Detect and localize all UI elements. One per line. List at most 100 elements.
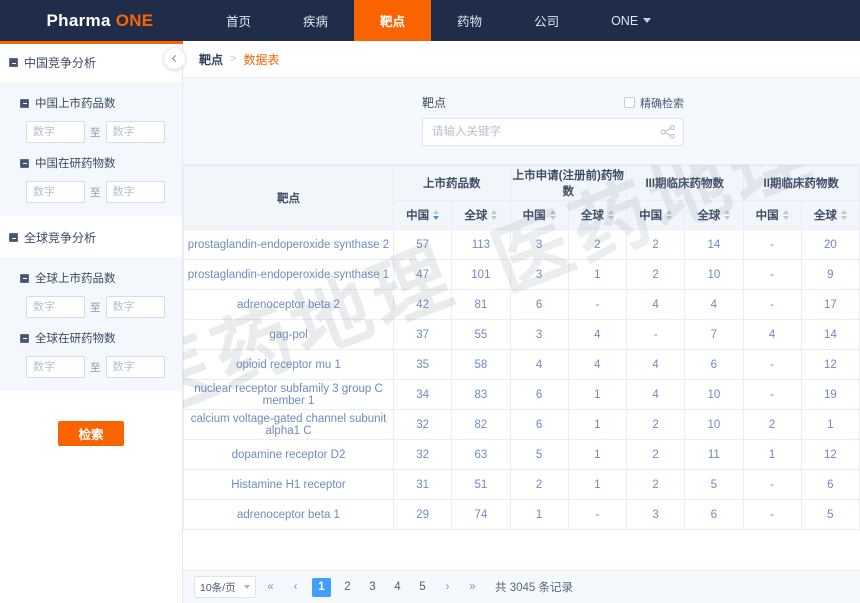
share-nodes-icon[interactable] [660,124,676,145]
col-prereg-global[interactable]: 全球 [567,200,628,230]
top-navbar: Pharma ONE 首页 疾病 靶点 药物 公司 ONE [0,0,860,41]
page-size-select[interactable]: 10条/页 [194,576,256,598]
range-to-input[interactable] [105,121,165,143]
col-phase3-global[interactable]: 全球 [684,200,744,230]
sidebar-collapse-button[interactable] [163,47,186,70]
cell-value: 6 [509,289,569,320]
cell-value: 63 [451,439,511,470]
col-marketed-global[interactable]: 全球 [451,200,511,230]
cell-value: - [742,289,802,320]
cell-target-name[interactable]: Histamine H1 receptor [183,469,394,500]
cell-value: 1 [567,409,628,440]
sidebar-sub-global-marketed[interactable]: 全球上市药品数 [0,261,182,293]
cell-value: 82 [451,409,511,440]
nav-item-drug[interactable]: 药物 [431,0,508,41]
sidebar-group-global[interactable]: 全球竞争分析 [0,216,182,257]
cell-value: 101 [451,259,511,290]
cell-value: 3 [509,259,569,290]
table-row[interactable]: nuclear receptor subfamily 3 group C mem… [183,379,860,410]
pagination-first[interactable]: « [262,577,279,597]
sort-icon[interactable] [666,210,673,220]
cell-target-name[interactable]: nuclear receptor subfamily 3 group C mem… [183,379,394,410]
table-row[interactable]: dopamine receptor D2 32 63 5 1 2 11 1 12 [183,439,860,470]
brand-name: Pharma [46,10,111,30]
page-shell: 中国竞争分析 中国上市药品数 至 中国在研药物数 至 [0,41,860,603]
sort-icon[interactable] [549,210,556,220]
cell-target-name[interactable]: calcium voltage-gated channel subunit al… [183,409,394,440]
col-marketed-china[interactable]: 中国 [392,200,453,230]
sidebar-group-china[interactable]: 中国竞争分析 [0,41,182,82]
pagination-page-3[interactable]: 3 [364,577,381,597]
table-row[interactable]: gag-pol 37 55 3 4-7 4 14 [183,319,860,350]
pagination-next[interactable]: › [439,577,456,597]
col-prereg-china[interactable]: 中国 [509,200,569,230]
table-row[interactable]: adrenoceptor beta 1 29 74 1-3 6-5 [183,499,860,530]
cell-value: 1 [567,439,628,470]
cell-value: 1 [567,379,628,410]
sort-icon[interactable] [840,210,847,220]
nav-item-disease[interactable]: 疾病 [277,0,354,41]
cell-target-name[interactable]: adrenoceptor beta 2 [183,289,394,320]
search-button[interactable]: 检索 [58,421,124,446]
collapse-minus-icon [20,333,29,343]
pagination-last[interactable]: » [464,577,481,597]
table-row[interactable]: prostaglandin-endoperoxide synthase 1 47 1… [183,259,860,290]
sidebar-sub-cn-marketed[interactable]: 中国上市药品数 [0,86,182,118]
col-sub-label: 全球 [813,210,837,222]
checkbox-icon [624,97,635,108]
sidebar-sub-label: 中国在研药物数 [35,158,116,170]
brand-logo[interactable]: Pharma ONE [0,0,200,41]
sort-icon[interactable] [433,210,440,220]
exact-search-checkbox[interactable]: 精确检索 [624,95,684,111]
cell-target-name[interactable]: adrenoceptor beta 1 [183,499,394,530]
pagination-total: 共 3045 条记录 [495,582,573,594]
nav-item-one-menu[interactable]: ONE [585,0,677,41]
range-to-input[interactable] [105,181,165,203]
table-row[interactable]: adrenoceptor beta 2 42 81 6-4 4-17 [183,289,860,320]
table-row[interactable]: prostaglandin-endoperoxide synthase 2 57 1… [183,229,860,260]
search-input[interactable] [422,118,684,146]
collapse-minus-icon [20,98,29,108]
range-to-input[interactable] [105,356,165,378]
nav-item-company[interactable]: 公司 [508,0,585,41]
cell-target-name[interactable]: opioid receptor mu 1 [183,349,394,380]
sidebar-sub-global-pipeline[interactable]: 全球在研药物数 [0,321,182,353]
range-from-input[interactable] [26,356,85,378]
pagination-page-2[interactable]: 2 [339,577,356,597]
cell-value: 12 [800,349,860,380]
chevron-left-icon [171,54,180,63]
range-from-input[interactable] [26,121,85,143]
sort-icon[interactable] [491,210,498,220]
sort-icon[interactable] [782,210,789,220]
cell-value: 6 [684,349,744,380]
range-from-input[interactable] [26,181,85,203]
nav-item-home[interactable]: 首页 [200,0,277,41]
cell-target-name[interactable]: gag-pol [183,319,394,350]
col-phase2-china[interactable]: 中国 [742,200,802,230]
col-phase3-china[interactable]: 中国 [625,200,686,230]
cell-target-name[interactable]: prostaglandin-endoperoxide synthase 1 [183,259,394,290]
col-phase2-global[interactable]: 全球 [800,200,860,230]
sidebar-sub-cn-pipeline[interactable]: 中国在研药物数 [0,146,182,178]
table-row[interactable]: Histamine H1 receptor 31 51 2 1 2 5-6 [183,469,860,500]
breadcrumb-root[interactable]: 靶点 [199,51,223,68]
col-sub-label: 全球 [464,210,488,222]
col-group-phase2: II期临床药物数 [742,165,860,201]
collapse-minus-icon [20,158,29,168]
table-row[interactable]: calcium voltage-gated channel subunit al… [183,409,860,440]
table-row[interactable]: opioid receptor mu 1 35 58 4 4 4 6-12 [183,349,860,380]
pagination-page-1[interactable]: 1 [312,577,331,597]
cell-target-name[interactable]: dopamine receptor D2 [183,439,394,470]
cell-value: 6 [684,499,744,530]
sort-icon[interactable] [724,210,731,220]
pagination-prev[interactable]: ‹ [287,577,304,597]
nav-item-target[interactable]: 靶点 [354,0,432,41]
pagination-page-5[interactable]: 5 [414,577,431,597]
range-to-input[interactable] [105,296,165,318]
cell-target-name[interactable]: prostaglandin-endoperoxide synthase 2 [183,229,394,260]
sort-icon[interactable] [607,210,614,220]
range-from-input[interactable] [26,296,85,318]
search-label: 靶点 [422,96,447,110]
pagination-page-4[interactable]: 4 [389,577,406,597]
search-input-wrap [422,118,684,146]
